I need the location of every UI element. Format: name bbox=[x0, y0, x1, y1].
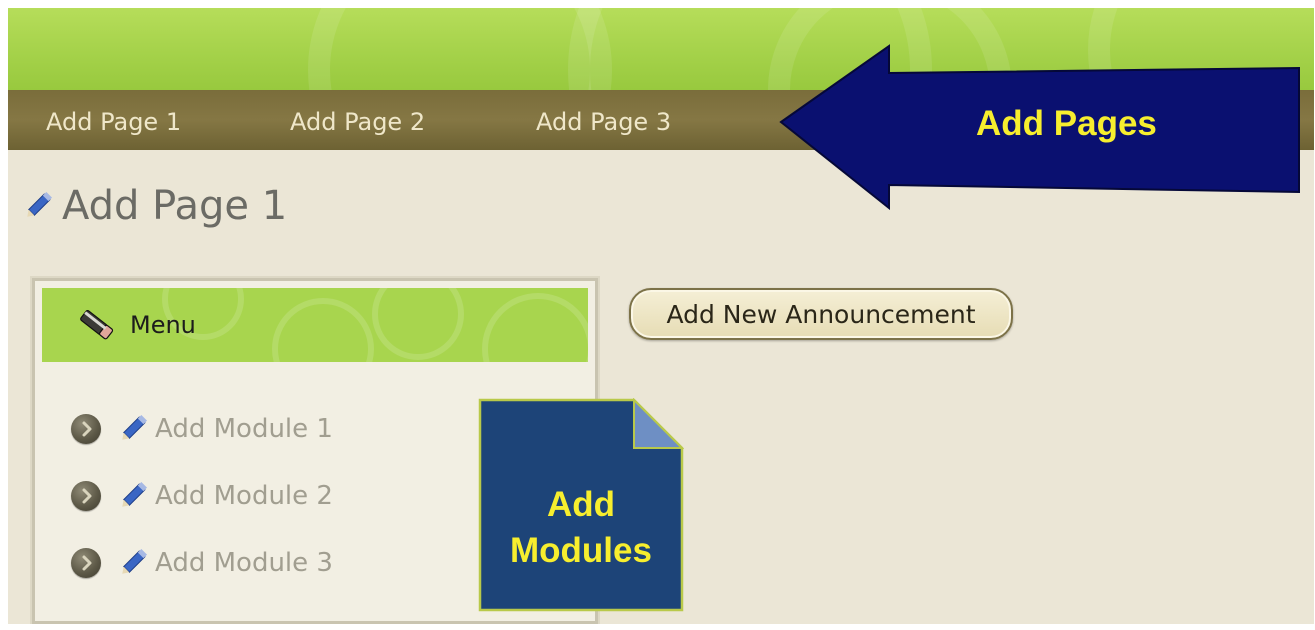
nav-item-add-page-1[interactable]: Add Page 1 bbox=[46, 108, 181, 136]
app-frame: Add Page 1 Add Page 2 Add Page 3 Add Pag… bbox=[8, 8, 1314, 624]
arrow-bullet-icon bbox=[71, 481, 101, 511]
menu-header-decoration bbox=[272, 298, 374, 362]
page-title: Add Page 1 bbox=[22, 178, 287, 234]
nav-item-add-page-2[interactable]: Add Page 2 bbox=[290, 108, 425, 136]
menu-header-decoration bbox=[372, 288, 464, 360]
module-item-1[interactable]: Add Module 1 bbox=[71, 409, 333, 449]
module-item-label: Add Module 2 bbox=[155, 481, 333, 511]
pencil-icon[interactable] bbox=[117, 543, 153, 583]
add-modules-callout-label: Add Modules bbox=[478, 482, 684, 574]
menu-title: Menu bbox=[130, 311, 196, 339]
pencil-icon[interactable] bbox=[22, 186, 58, 226]
menu-header-decoration bbox=[482, 293, 588, 362]
callout-line: Add bbox=[546, 485, 616, 524]
module-item-3[interactable]: Add Module 3 bbox=[71, 543, 333, 583]
pencil-eraser-icon[interactable] bbox=[76, 304, 118, 350]
module-item-label: Add Module 1 bbox=[155, 414, 333, 444]
add-new-announcement-button[interactable]: Add New Announcement bbox=[629, 288, 1013, 340]
page-title-text: Add Page 1 bbox=[62, 183, 288, 229]
add-pages-callout-label: Add Pages bbox=[976, 104, 1157, 143]
menu-header: Menu bbox=[42, 288, 588, 362]
arrow-bullet-icon bbox=[71, 548, 101, 578]
nav-item-add-page-3[interactable]: Add Page 3 bbox=[536, 108, 671, 136]
module-item-label: Add Module 3 bbox=[155, 548, 333, 578]
pencil-icon[interactable] bbox=[117, 409, 153, 449]
pencil-icon[interactable] bbox=[117, 476, 153, 516]
banner-decoration bbox=[308, 8, 612, 90]
arrow-bullet-icon bbox=[71, 414, 101, 444]
module-item-2[interactable]: Add Module 2 bbox=[71, 476, 333, 516]
callout-line: Modules bbox=[510, 531, 652, 570]
